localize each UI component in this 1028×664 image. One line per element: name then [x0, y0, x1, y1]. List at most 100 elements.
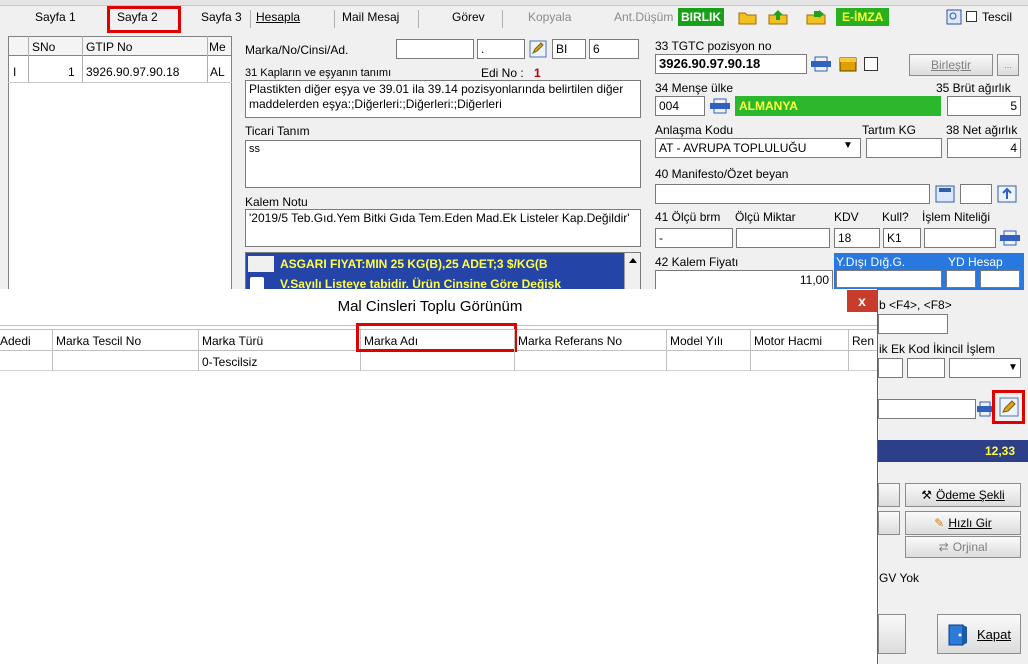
folder-icon[interactable]: [738, 9, 758, 25]
ant-dusum-button[interactable]: Ant.Düşüm: [614, 10, 673, 24]
grid-line: [848, 329, 849, 371]
kalem-notu-input[interactable]: '2019/5 Teb.Gıd.Yem Bitki Gıda Tem.Eden …: [245, 209, 641, 247]
cell-marka-turu[interactable]: 0-Tescilsiz: [202, 355, 257, 369]
col-header-model-yili[interactable]: Model Yılı: [670, 334, 723, 348]
e-imza-button[interactable]: E-İMZA: [836, 8, 890, 26]
islem-niteligi-label: İşlem Niteliği: [922, 210, 991, 224]
ticari-label: Ticari Tanım: [245, 124, 310, 138]
marka-input-1[interactable]: [396, 39, 474, 59]
ticari-tanim-input[interactable]: ss: [245, 140, 641, 188]
islem-niteligi-input[interactable]: [924, 228, 996, 248]
tescil-checkbox[interactable]: [966, 11, 977, 22]
tgtc-checkbox[interactable]: [864, 57, 878, 71]
list-item-icon: [248, 256, 274, 272]
bi-input[interactable]: BI: [552, 39, 586, 59]
birlik-button[interactable]: BIRLIK: [678, 8, 724, 26]
select-list-icon[interactable]: [708, 97, 732, 115]
split-icon[interactable]: [996, 184, 1018, 204]
document-view-icon[interactable]: [946, 9, 962, 25]
export-folder-icon[interactable]: [806, 9, 826, 25]
edit-icon[interactable]: [529, 40, 547, 58]
manifesto-input[interactable]: [655, 184, 930, 204]
package-icon[interactable]: [838, 55, 860, 73]
grid-header-me[interactable]: Me: [209, 40, 226, 54]
olcu-miktar-input[interactable]: [736, 228, 830, 248]
exit-door-icon: [946, 623, 970, 647]
list-scrollbar[interactable]: [624, 253, 640, 291]
select-list-icon[interactable]: [809, 55, 833, 73]
kalem-fiyati-label: 42 Kalem Fiyatı: [655, 255, 739, 269]
ydisi-input[interactable]: [836, 270, 942, 288]
kapat-button[interactable]: Kapat: [937, 614, 1021, 654]
olcu-brm-input[interactable]: -: [655, 228, 733, 248]
grid-header-gtip[interactable]: GTIP No: [86, 40, 132, 54]
col-header-motor-hacmi[interactable]: Motor Hacmi: [754, 334, 822, 348]
anlasma-select[interactable]: AT - AVRUPA TOPLULUĞU: [655, 138, 861, 158]
select-list-icon[interactable]: [998, 229, 1022, 247]
table-row[interactable]: I 1 3926.90.97.90.18 AL: [8, 62, 232, 82]
birlestir-button[interactable]: Birleştir: [909, 54, 993, 76]
col-header-marka-tescil-no[interactable]: Marka Tescil No: [56, 334, 141, 348]
orjinal-button[interactable]: ⇄ Orjinal: [905, 536, 1021, 558]
table-row[interactable]: [0, 351, 877, 371]
grid-header-sno[interactable]: SNo: [32, 40, 55, 54]
kalem-fiyati-input[interactable]: 11,00: [655, 270, 833, 290]
yd-hesap-input-2[interactable]: [980, 270, 1020, 288]
hesapla-button[interactable]: Hesapla: [256, 10, 300, 24]
grid-line: [514, 329, 515, 371]
select-list-icon[interactable]: [976, 400, 994, 418]
row-me: AL: [210, 65, 225, 79]
dialog-close-button[interactable]: x: [847, 290, 877, 312]
manifesto-extra-input[interactable]: [960, 184, 992, 204]
brut-input[interactable]: 5: [947, 96, 1021, 116]
kdv-input[interactable]: 18: [834, 228, 880, 248]
tab-sayfa-3[interactable]: Sayfa 3: [201, 10, 242, 24]
mense-code-input[interactable]: 004: [655, 96, 705, 116]
kopyala-button[interactable]: Kopyala: [528, 10, 571, 24]
odeme-sekli-button[interactable]: ⚒ Ödeme Şekli: [905, 483, 1021, 507]
col-header-marka-turu[interactable]: Marka Türü: [202, 334, 263, 348]
chevron-down-icon[interactable]: ▼: [843, 140, 853, 151]
kdv-label: KDV: [834, 210, 859, 224]
asgari-fiyat-text[interactable]: ASGARI FIYAT:MIN 25 KG(B),25 ADET;3 $/KG…: [280, 257, 548, 271]
edit-icon[interactable]: [998, 396, 1020, 418]
anlasma-label: Anlaşma Kodu: [655, 123, 734, 137]
hizli-gir-label: Hızlı Gir: [948, 516, 992, 530]
manifesto-label: 40 Manifesto/Özet beyan: [655, 167, 789, 181]
kap-description[interactable]: Plastikten diğer eşya ve 39.01 ila 39.14…: [245, 80, 641, 118]
marka-input-2[interactable]: .: [477, 39, 525, 59]
ek-kod-input-2[interactable]: [907, 358, 945, 378]
col-header-marka-adi[interactable]: Marka Adı: [364, 334, 418, 348]
ek-kod-input-1[interactable]: [878, 358, 903, 378]
hint-input[interactable]: [878, 314, 948, 334]
kull-input[interactable]: K1: [883, 228, 921, 248]
ek-kod-label: ik Ek Kod İkincil İşlem: [879, 342, 996, 356]
toolbar-separator: [250, 10, 251, 28]
orjinal-icon: ⇄: [938, 540, 949, 554]
tartim-input[interactable]: [866, 138, 942, 158]
net-input[interactable]: 4: [947, 138, 1021, 158]
hidden-button-3[interactable]: [878, 614, 906, 654]
edi-label: Edi No :: [481, 66, 524, 80]
tgtc-label: 33 TGTC pozisyon no: [655, 39, 772, 53]
upload-folder-icon[interactable]: [768, 9, 788, 25]
col-header-renk[interactable]: Ren: [852, 334, 874, 348]
col-header-marka-referans-no[interactable]: Marka Referans No: [518, 334, 622, 348]
hidden-button-2[interactable]: [878, 511, 900, 535]
chevron-down-icon[interactable]: ▼: [1008, 362, 1018, 373]
yd-hesap-input-1[interactable]: [946, 270, 976, 288]
tgtc-input[interactable]: 3926.90.97.90.18: [655, 54, 807, 74]
tab-sayfa-1[interactable]: Sayfa 1: [35, 10, 76, 24]
grid-line: [198, 329, 199, 371]
mail-mesaj-button[interactable]: Mail Mesaj: [342, 10, 399, 24]
bi-number-input[interactable]: 6: [589, 39, 639, 59]
calculator-icon[interactable]: [934, 184, 956, 204]
hizli-gir-button[interactable]: ✎ Hızlı Gir: [905, 511, 1021, 535]
hidden-button-1[interactable]: [878, 483, 900, 507]
lower-input[interactable]: [878, 399, 976, 419]
more-button[interactable]: ...: [997, 54, 1019, 76]
gorev-button[interactable]: Görev: [452, 10, 485, 24]
col-header-adedi[interactable]: Adedi: [0, 334, 31, 348]
tab-sayfa-2[interactable]: Sayfa 2: [117, 10, 158, 24]
grid-line: [750, 329, 751, 371]
